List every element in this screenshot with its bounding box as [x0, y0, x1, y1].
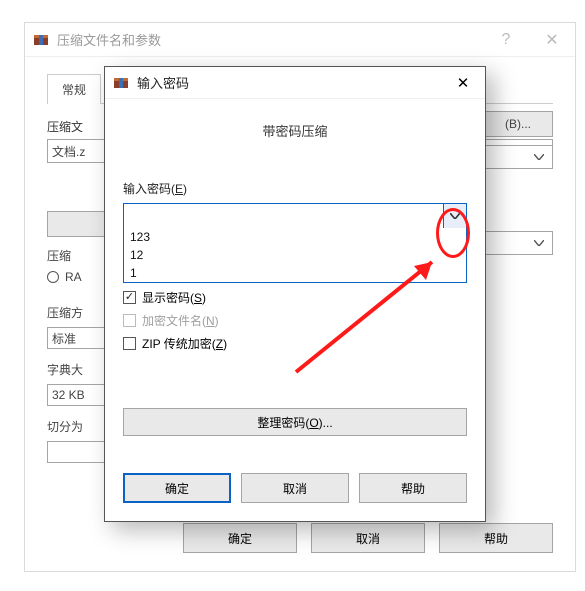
password-dialog-buttons: 确定 取消 帮助: [105, 459, 485, 521]
zip-legacy-label: ZIP 传统加密(Z): [142, 335, 227, 352]
titlebar-buttons: ? ✕: [483, 23, 575, 57]
cancel-button[interactable]: 取消: [241, 473, 349, 503]
browse-button[interactable]: (B)...: [483, 111, 553, 137]
password-input[interactable]: [123, 203, 467, 229]
archive-ext-dropdown[interactable]: [483, 145, 553, 169]
app-icon: [113, 75, 129, 91]
show-password-checkbox[interactable]: 显示密码(S): [123, 289, 467, 306]
password-dropdown-list: 123 12 1: [123, 228, 467, 283]
password-title: 输入密码: [137, 73, 441, 92]
close-icon: ✕: [457, 74, 470, 92]
radio-rar-label: RA: [65, 270, 82, 284]
password-dropdown-item[interactable]: 123: [124, 228, 466, 246]
zip-legacy-checkbox[interactable]: ZIP 传统加密(Z): [123, 335, 467, 352]
archive-params-titlebar: 压缩文件名和参数 ? ✕: [25, 23, 575, 57]
archive-name-value: 文档.z: [52, 143, 85, 160]
cancel-button[interactable]: 取消: [311, 523, 425, 553]
radio-icon: [47, 271, 59, 283]
chevron-down-icon: [450, 213, 460, 219]
password-dropdown-item[interactable]: 12: [124, 246, 466, 264]
chevron-down-icon: [530, 146, 548, 168]
password-field-label: 输入密码(E): [123, 180, 467, 197]
help-icon-button[interactable]: ?: [483, 23, 529, 57]
app-icon: [33, 32, 49, 48]
password-body: 带密码压缩 输入密码(E) 123 12 1 显示密码(S): [105, 99, 485, 450]
password-heading: 带密码压缩: [123, 121, 467, 140]
organize-passwords-label: 整理密码(O)...: [257, 414, 332, 431]
upd-mode-dropdown[interactable]: [483, 231, 553, 255]
method-value: 标准: [52, 330, 76, 347]
help-button[interactable]: 帮助: [439, 523, 553, 553]
close-button[interactable]: ✕: [441, 67, 485, 99]
ok-button[interactable]: 确定: [183, 523, 297, 553]
enter-password-dialog: 输入密码 ✕ 带密码压缩 输入密码(E) 123 12 1 显示密码(S): [104, 66, 486, 522]
show-password-label: 显示密码(S): [142, 289, 206, 306]
dict-value: 32 KB: [52, 388, 85, 402]
checkbox-unchecked-icon: [123, 337, 136, 350]
encrypt-names-label: 加密文件名(N): [142, 312, 219, 329]
checkbox-checked-icon: [123, 291, 136, 304]
encrypt-names-checkbox: 加密文件名(N): [123, 312, 467, 329]
ok-button[interactable]: 确定: [123, 473, 231, 503]
password-titlebar: 输入密码 ✕: [105, 67, 485, 99]
chevron-down-icon: [530, 232, 548, 254]
organize-passwords-button[interactable]: 整理密码(O)...: [123, 408, 467, 436]
checkbox-unchecked-icon: [123, 314, 136, 327]
password-dropdown-item[interactable]: 1: [124, 264, 466, 282]
close-icon-button[interactable]: ✕: [529, 23, 575, 57]
password-dropdown-button[interactable]: [443, 203, 467, 229]
password-combo: 123 12 1: [123, 203, 467, 229]
archive-params-title: 压缩文件名和参数: [57, 30, 483, 49]
tab-general[interactable]: 常规: [47, 74, 101, 104]
help-button[interactable]: 帮助: [359, 473, 467, 503]
